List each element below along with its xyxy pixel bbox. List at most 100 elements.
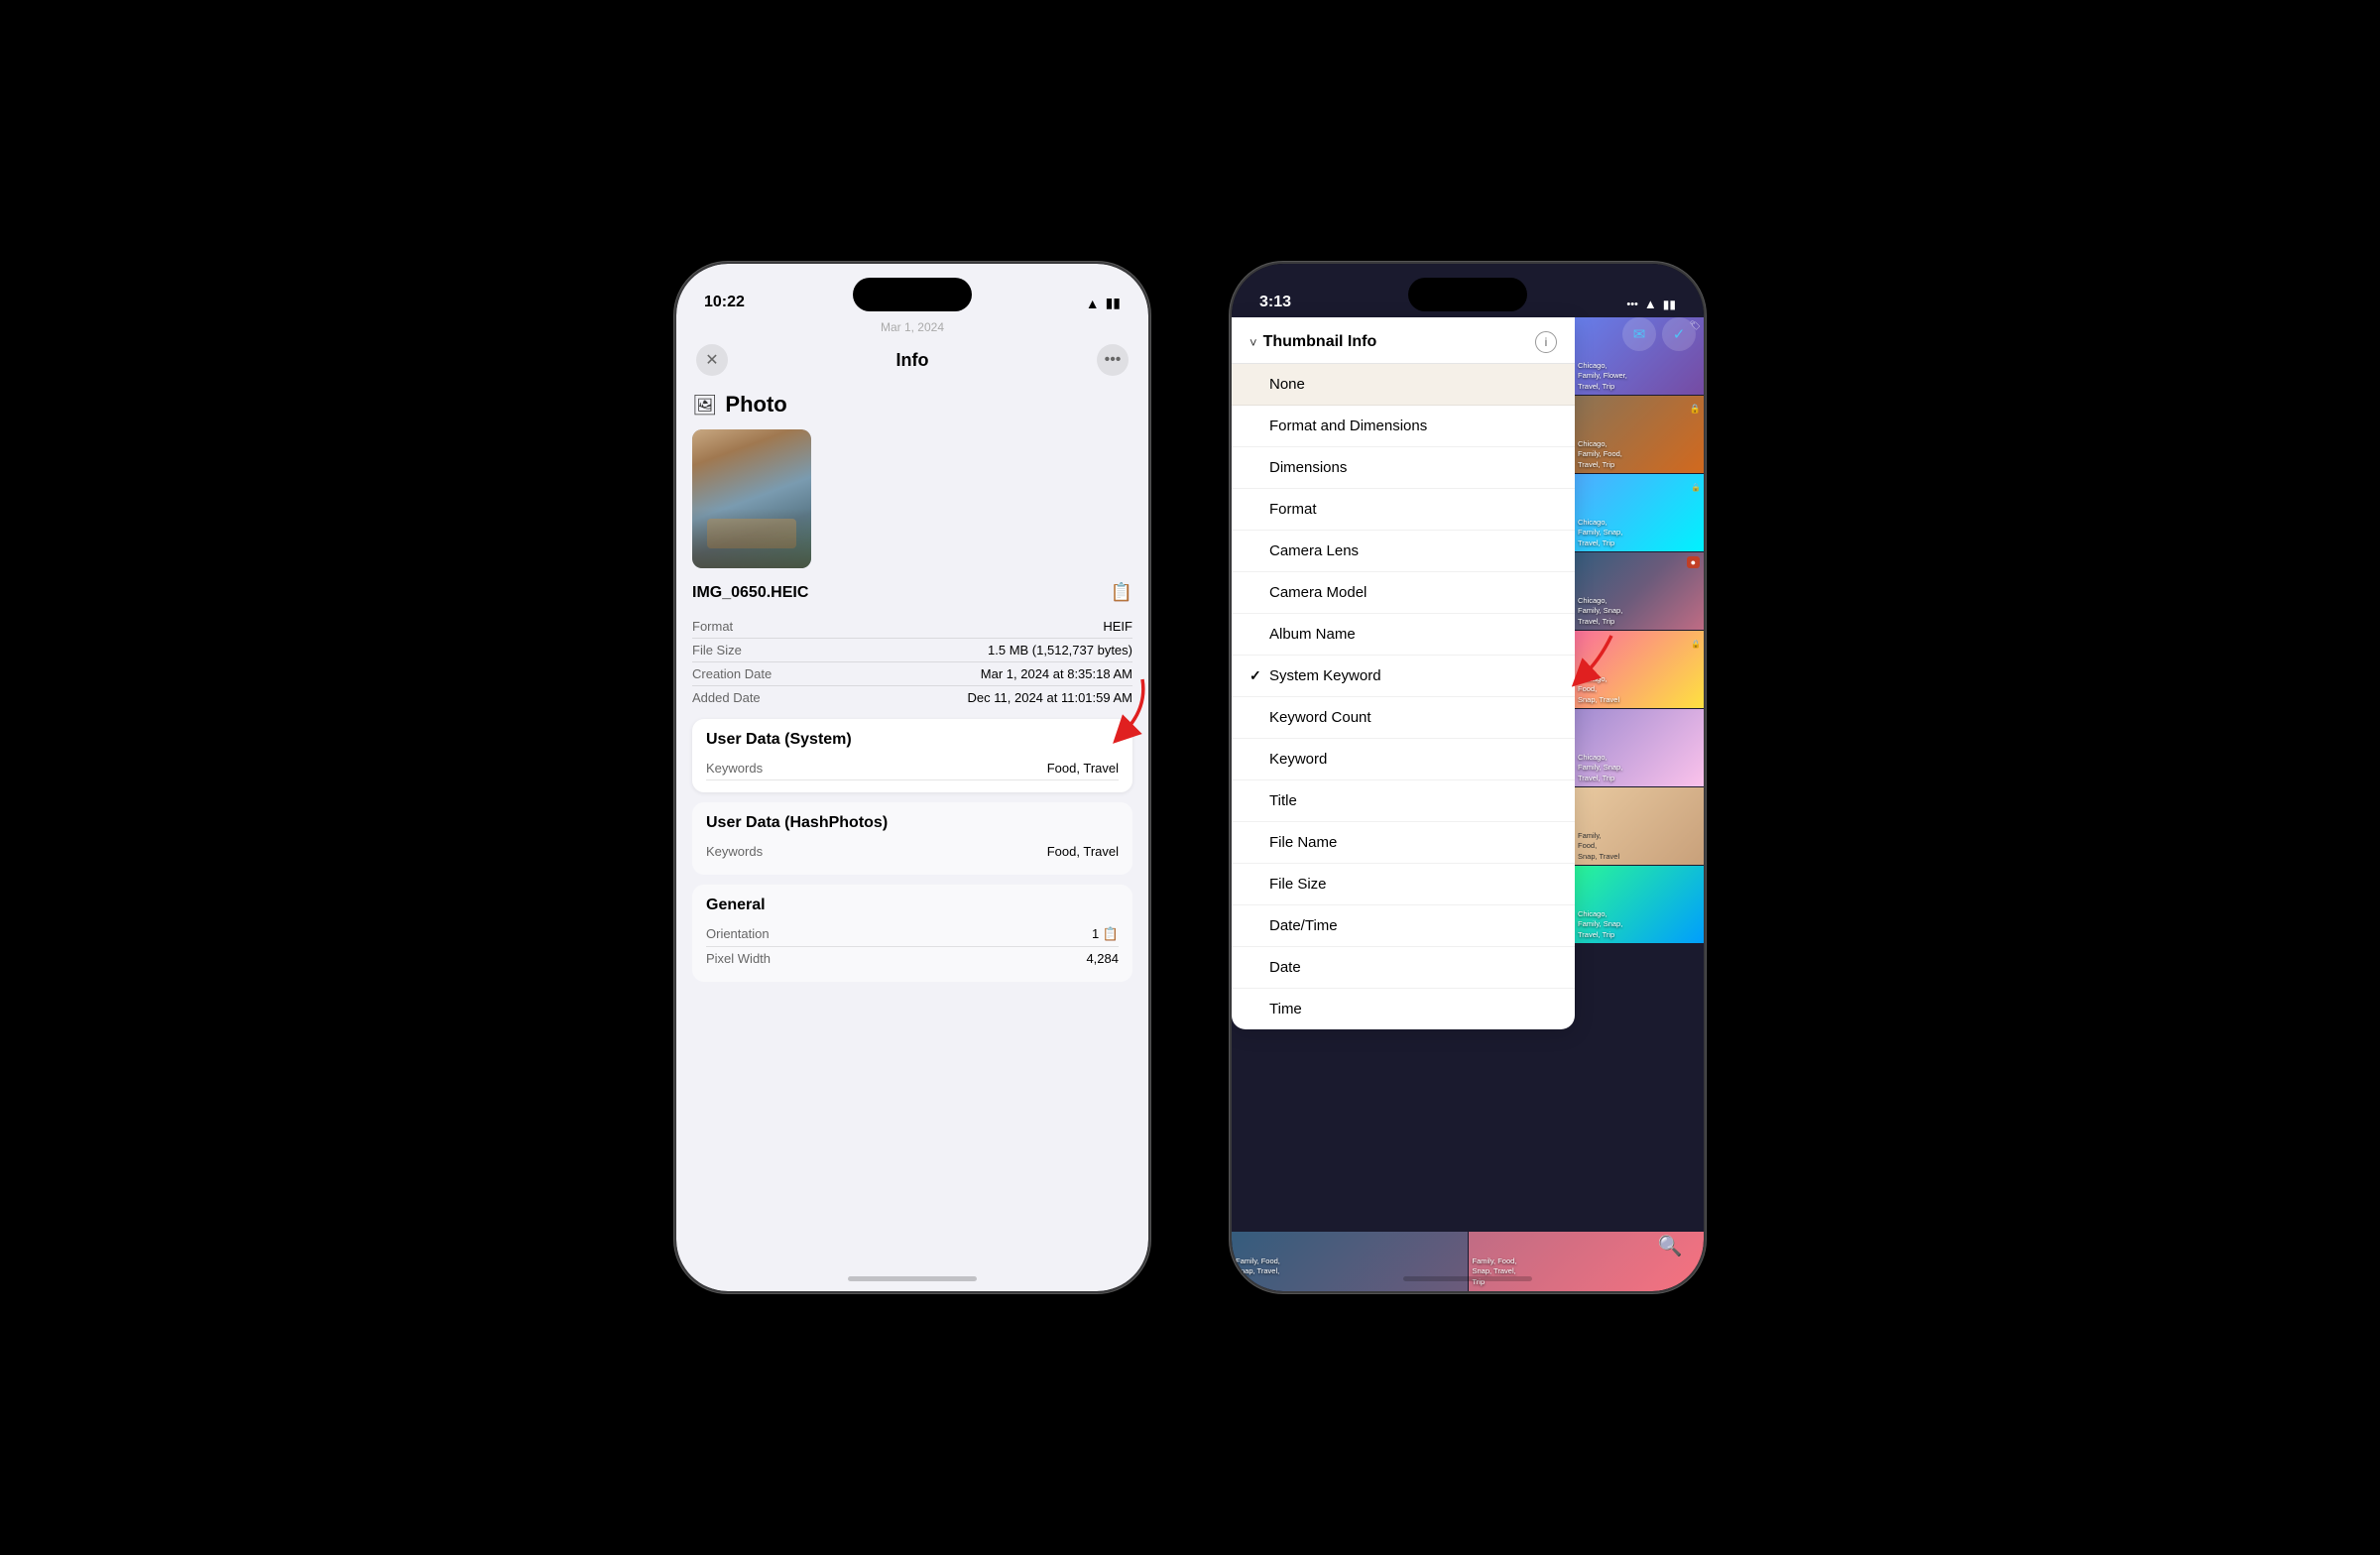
more-icon: ••• [1105, 351, 1122, 369]
photo-icon: 🖼 [692, 393, 717, 418]
item-file-name: File Name [1269, 834, 1557, 851]
item-camera-model: Camera Model [1269, 584, 1557, 601]
item-keyword: Keyword [1269, 751, 1557, 768]
mail-button[interactable]: ✉ [1622, 317, 1656, 351]
dropdown-item-album-name[interactable]: Album Name [1232, 614, 1575, 656]
home-indicator-right [1403, 1276, 1532, 1281]
item-none: None [1269, 376, 1557, 393]
check-icon: ✓ [1673, 325, 1686, 343]
info-row: Format HEIF [692, 615, 1132, 639]
check-button[interactable]: ✓ [1662, 317, 1696, 351]
filesize-value: 1.5 MB (1,512,737 bytes) [988, 643, 1132, 658]
dropdown-item-file-size[interactable]: File Size [1232, 864, 1575, 905]
close-icon: ✕ [705, 350, 718, 370]
grid-photo-8: Chicago,Family, Snap,Travel, Trip [1575, 866, 1704, 943]
status-icons-right: ••• ▲ ▮▮ [1626, 297, 1676, 311]
dropdown-header-left: ˅ Thumbnail Info [1250, 333, 1376, 351]
left-phone-screen: 10:22 ▲ ▮▮ Mar 1, 2024 ✕ Info ••• 🖼 [676, 264, 1148, 1291]
photo-thumbnail [692, 429, 811, 568]
bottom-tags-1: Family, Food,Snap, Travel,Trip [1236, 1256, 1280, 1288]
user-data-hash-card: User Data (HashPhotos) Keywords Food, Tr… [692, 802, 1132, 875]
grid-photo-4: ● Chicago,Family, Snap,Travel, Trip [1575, 552, 1704, 630]
pixelwidth-label: Pixel Width [706, 951, 771, 966]
photo-tags-5: Chicago,Food,Snap, Travel [1578, 674, 1619, 706]
creation-label: Creation Date [692, 666, 772, 681]
battery-icon-right: ▮▮ [1663, 298, 1676, 311]
info-nav: ✕ Info ••• [676, 340, 1148, 386]
photo-section-header: 🖼 Photo [692, 386, 1132, 418]
search-button[interactable]: 🔍 [1652, 1228, 1688, 1263]
battery-icon-left: ▮▮ [1106, 295, 1121, 311]
dropdown-item-time[interactable]: Time [1232, 989, 1575, 1029]
signal-dots: ••• [1626, 299, 1638, 310]
dropdown-item-file-name[interactable]: File Name [1232, 822, 1575, 864]
dropdown-item-camera-model[interactable]: Camera Model [1232, 572, 1575, 614]
dropdown-item-dimensions[interactable]: Dimensions [1232, 447, 1575, 489]
grid-photo-6: Chicago,Family, Snap,Travel, Trip [1575, 709, 1704, 786]
right-phone-screen: Chicago,Family, Flower,Travel, Trip 🏷 Ch… [1232, 264, 1704, 1291]
item-format: Format [1269, 501, 1557, 518]
info-title: Info [896, 350, 929, 371]
photo-tags-2: Chicago,Family, Food,Travel, Trip [1578, 439, 1622, 471]
bottom-photo-1: Family, Food,Snap, Travel,Trip [1232, 1232, 1468, 1291]
dropdown-item-keyword[interactable]: Keyword [1232, 739, 1575, 780]
photo-grid-right: Chicago,Family, Flower,Travel, Trip 🏷 Ch… [1575, 317, 1704, 1291]
close-button[interactable]: ✕ [696, 344, 728, 376]
creation-value: Mar 1, 2024 at 8:35:18 AM [981, 666, 1132, 681]
format-value: HEIF [1103, 619, 1132, 634]
photo-tags-3: Chicago,Family, Snap,Travel, Trip [1578, 518, 1622, 549]
tag-icon-2: 🔒 [1690, 404, 1701, 414]
item-keyword-count: Keyword Count [1269, 709, 1557, 726]
left-phone: 10:22 ▲ ▮▮ Mar 1, 2024 ✕ Info ••• 🖼 [674, 262, 1150, 1293]
check-system-keyword: ✓ [1250, 667, 1269, 684]
dropdown-item-date[interactable]: Date [1232, 947, 1575, 989]
file-type-icon: 📋 [1111, 582, 1132, 603]
mail-icon: ✉ [1633, 325, 1646, 343]
date-badge-4: ● [1687, 556, 1700, 568]
status-icons-left: ▲ ▮▮ [1086, 295, 1121, 311]
dropdown-item-format-dimensions[interactable]: Format and Dimensions [1232, 406, 1575, 447]
photo-tags-1: Chicago,Family, Flower,Travel, Trip [1578, 361, 1627, 393]
more-button[interactable]: ••• [1097, 344, 1129, 376]
dropdown-item-camera-lens[interactable]: Camera Lens [1232, 531, 1575, 572]
photo-tags-8: Chicago,Family, Snap,Travel, Trip [1578, 909, 1622, 941]
dropdown-item-system-keyword[interactable]: ✓ System Keyword [1232, 656, 1575, 697]
added-label: Added Date [692, 690, 761, 705]
search-icon: 🔍 [1658, 1234, 1683, 1258]
photo-overlay-3: 🔒 [1691, 477, 1701, 495]
dropdown-item-format[interactable]: Format [1232, 489, 1575, 531]
grid-photo-3: Chicago,Family, Snap,Travel, Trip 🔒 [1575, 474, 1704, 551]
grid-photo-2: Chicago,Family, Food,Travel, Trip 🔒 [1575, 396, 1704, 473]
item-file-size: File Size [1269, 876, 1557, 893]
photo-label: Photo [725, 392, 786, 418]
dropdown-item-datetime[interactable]: Date/Time [1232, 905, 1575, 947]
info-button[interactable]: i [1535, 331, 1557, 353]
dropdown-item-keyword-count[interactable]: Keyword Count [1232, 697, 1575, 739]
grid-photo-7: Family,Food,Snap, Travel [1575, 787, 1704, 865]
status-bar-right: 3:13 ••• ▲ ▮▮ [1232, 264, 1704, 317]
dynamic-island-left [853, 278, 972, 311]
wifi-icon-left: ▲ [1086, 296, 1100, 311]
added-value: Dec 11, 2024 at 11:01:59 AM [968, 690, 1132, 705]
right-phone: Chicago,Family, Flower,Travel, Trip 🏷 Ch… [1230, 262, 1706, 1293]
dropdown-item-none[interactable]: None [1232, 364, 1575, 406]
hash-keywords-value: Food, Travel [1047, 844, 1119, 859]
user-data-system-title: User Data (System) [706, 731, 1119, 749]
item-date: Date [1269, 959, 1557, 976]
date-bar: Mar 1, 2024 [676, 317, 1148, 340]
filesize-label: File Size [692, 643, 742, 658]
dropdown-chevron-icon: ˅ [1250, 335, 1257, 350]
info-icon: i [1545, 335, 1548, 349]
dropdown-title: Thumbnail Info [1263, 333, 1377, 351]
item-camera-lens: Camera Lens [1269, 542, 1557, 559]
action-icons: ✉ ✓ [1622, 317, 1696, 351]
pixelwidth-value: 4,284 [1086, 951, 1119, 966]
item-datetime: Date/Time [1269, 917, 1557, 934]
bottom-photos-row: Family, Food,Snap, Travel,Trip Family, F… [1232, 1232, 1704, 1291]
info-row: Added Date Dec 11, 2024 at 11:01:59 AM [692, 686, 1132, 709]
dropdown-header: ˅ Thumbnail Info i [1232, 317, 1575, 364]
dropdown-item-title[interactable]: Title [1232, 780, 1575, 822]
photo-overlay-2: 🔒 [1690, 399, 1701, 417]
lock-icon-3: 🔒 [1691, 483, 1701, 492]
item-time: Time [1269, 1001, 1557, 1017]
